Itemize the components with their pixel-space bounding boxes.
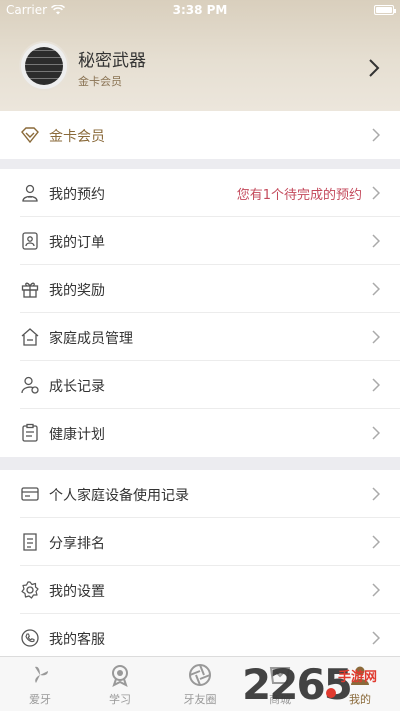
chevron-right-icon xyxy=(372,487,380,501)
menu-item-label: 我的订单 xyxy=(49,235,105,251)
primary-menu: 我的预约 您有1个待完成的预约 我的订单 我的奖励 家庭成员管理 成长记录 健康… xyxy=(0,169,400,457)
pending-appointment-hint: 您有1个待完成的预约 xyxy=(236,188,362,203)
tab-study[interactable]: 学习 xyxy=(80,657,160,711)
chevron-right-icon xyxy=(372,234,380,248)
menu-item-label: 分享排名 xyxy=(49,536,105,552)
menu-item-label: 家庭成员管理 xyxy=(49,331,133,347)
phone-icon xyxy=(21,629,39,647)
battery-icon xyxy=(374,5,396,15)
menu-item-label: 我的设置 xyxy=(49,584,105,600)
watermark-text: 手游网 xyxy=(338,670,378,685)
tab-label: 爱牙 xyxy=(29,693,51,706)
menu-item-appointments[interactable]: 我的预约 您有1个待完成的预约 xyxy=(0,169,400,217)
menu-item-settings[interactable]: 我的设置 xyxy=(0,566,400,614)
tab-label: 学习 xyxy=(109,693,131,706)
menu-item-share-ranking[interactable]: 分享排名 xyxy=(0,518,400,566)
gift-icon xyxy=(21,282,39,298)
menu-item-label: 我的客服 xyxy=(49,632,105,648)
menu-item-label: 我的预约 xyxy=(49,187,105,203)
menu-item-label: 我的奖励 xyxy=(49,283,105,299)
avatar[interactable] xyxy=(19,41,69,91)
chevron-right-icon xyxy=(372,282,380,296)
menu-item-growth[interactable]: 成长记录 xyxy=(0,361,400,409)
menu-item-label: 健康计划 xyxy=(49,427,105,443)
order-icon xyxy=(22,232,38,250)
aperture-icon xyxy=(189,664,211,686)
chevron-right-icon xyxy=(372,378,380,392)
profile-name: 秘密武器 xyxy=(78,51,146,71)
menu-item-orders[interactable]: 我的订单 xyxy=(0,217,400,265)
clipboard-icon xyxy=(22,423,38,442)
profile-header: Carrier 3:38 PM 秘密武器 金卡会员 xyxy=(0,0,400,111)
menu-item-customer-service[interactable]: 我的客服 xyxy=(0,614,400,662)
menu-item-family[interactable]: 家庭成员管理 xyxy=(0,313,400,361)
tab-label: 牙友圈 xyxy=(183,693,217,706)
watermark-number: 2265 xyxy=(242,660,353,709)
watermark-dot xyxy=(326,688,336,698)
chevron-right-icon[interactable] xyxy=(368,58,380,78)
menu-item-label: 个人家庭设备使用记录 xyxy=(49,488,189,504)
growth-icon xyxy=(21,376,39,394)
diamond-icon xyxy=(21,127,39,144)
chevron-right-icon xyxy=(372,583,380,597)
chevron-right-icon xyxy=(372,186,380,200)
menu-item-label: 成长记录 xyxy=(49,379,105,395)
tab-community[interactable]: 牙友圈 xyxy=(160,657,240,711)
secondary-menu: 个人家庭设备使用记录 分享排名 我的设置 我的客服 xyxy=(0,470,400,662)
menu-item-device-records[interactable]: 个人家庭设备使用记录 xyxy=(0,470,400,518)
home-icon xyxy=(21,328,39,346)
chevron-right-icon xyxy=(372,426,380,440)
study-icon xyxy=(112,665,128,687)
menu-item-rewards[interactable]: 我的奖励 xyxy=(0,265,400,313)
ranking-icon xyxy=(23,533,37,551)
device-card-icon xyxy=(21,487,39,501)
membership-label: 金卡会员 xyxy=(49,129,105,145)
profile-level: 金卡会员 xyxy=(78,75,122,88)
chevron-right-icon xyxy=(372,330,380,344)
chevron-right-icon xyxy=(372,535,380,549)
menu-item-health-plan[interactable]: 健康计划 xyxy=(0,409,400,457)
doctor-icon xyxy=(22,184,38,202)
status-bar: Carrier 3:38 PM xyxy=(0,0,400,20)
membership-row[interactable]: 金卡会员 xyxy=(0,111,400,159)
membership-section: 金卡会员 xyxy=(0,111,400,159)
watermark-logo: 2265 手游网 xyxy=(234,658,394,710)
tab-care-teeth[interactable]: 爱牙 xyxy=(0,657,80,711)
gear-icon xyxy=(21,581,39,599)
tooth-icon xyxy=(35,666,48,683)
chevron-right-icon xyxy=(372,128,380,142)
status-time: 3:38 PM xyxy=(172,3,228,17)
chevron-right-icon xyxy=(372,631,380,645)
